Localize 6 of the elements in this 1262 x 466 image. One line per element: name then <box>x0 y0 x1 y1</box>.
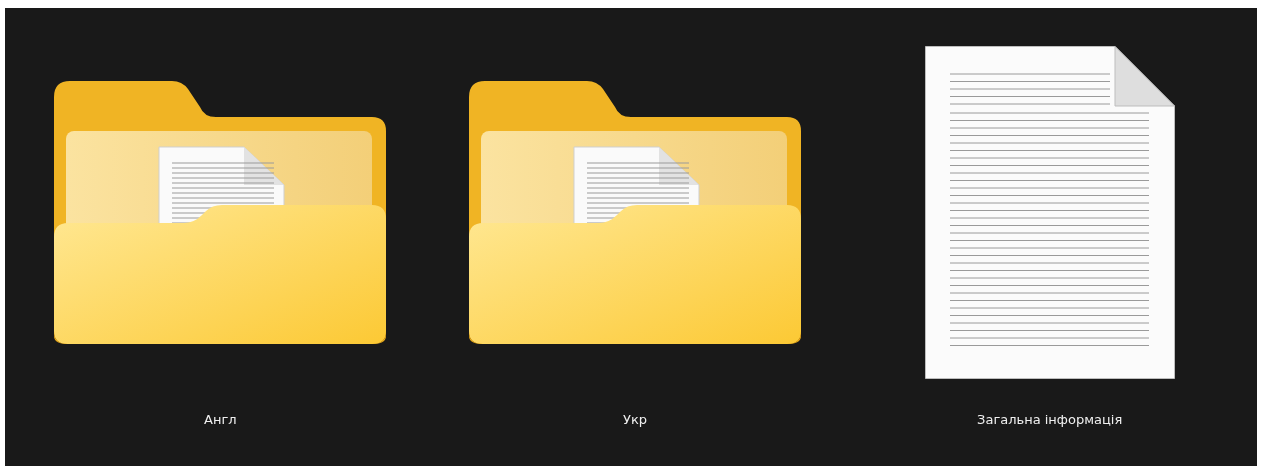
document-icon <box>924 45 1175 379</box>
file-name[interactable]: Загальна інформація <box>977 410 1123 430</box>
folder-icon <box>54 80 387 344</box>
folder-icon <box>469 80 801 344</box>
file-name[interactable]: Англ <box>204 410 237 430</box>
file-name[interactable]: Укр <box>623 410 647 430</box>
